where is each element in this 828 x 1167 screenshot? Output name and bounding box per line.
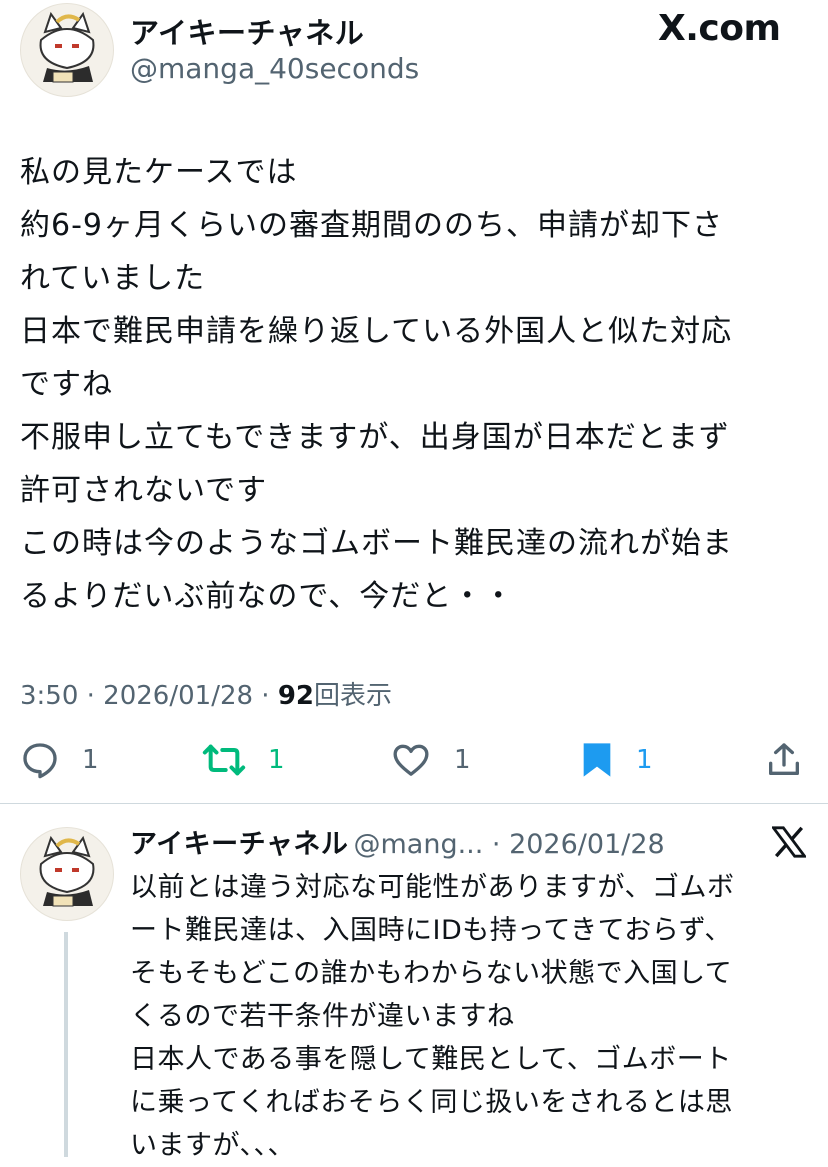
share-button[interactable]: [764, 740, 804, 784]
tweet-line: この時は今のようなゴムボート難民達の流れが始ま: [20, 526, 733, 561]
tweet-timestamp[interactable]: 3:50 · 2026/01/28 ·: [20, 681, 278, 711]
tweet-line: るよりだいぶ前なので、今だと・・: [20, 579, 515, 614]
tweet-line: 約6-9ヶ月くらいの審査期間ののち、申請が却下さ: [20, 208, 723, 243]
tweet-line: 不服申し立てもできますが、出身国が日本だとまず: [20, 420, 730, 455]
like-count: 1: [454, 745, 471, 775]
fox-mascot-avatar-icon: [39, 11, 95, 83]
tweet-text: 私の見たケースでは 約6-9ヶ月くらいの審査期間ののち、申請が却下さ れていまし…: [20, 146, 733, 623]
tweet-line: れていました: [20, 261, 206, 296]
x-logo-icon[interactable]: X.com: [658, 8, 781, 49]
x-icon: [770, 826, 808, 858]
author-handle[interactable]: @manga_40seconds: [130, 52, 419, 85]
tweet-line: 私の見たケースでは: [20, 155, 298, 190]
reply-line: 以前とは違う対応な可能性がありますが、ゴムボ: [130, 872, 735, 903]
reply-line: くるので若干条件が違いますね: [130, 1001, 515, 1032]
retweet-icon: [202, 744, 246, 776]
reply-x-logo-icon[interactable]: [770, 826, 808, 862]
author-avatar[interactable]: [20, 3, 114, 97]
like-button[interactable]: 1: [390, 740, 471, 780]
reply-line: に乗ってくればおそらく同じ扱いをされるとは思: [130, 1087, 733, 1118]
reply-line: ート難民達は、入国時にIDも持ってきておらず、: [130, 915, 732, 946]
bookmark-button[interactable]: 1: [580, 740, 653, 780]
reply-button[interactable]: 1: [20, 740, 99, 780]
reply-line: 日本人である事を隠して難民として、ゴムボート: [130, 1044, 732, 1075]
reply-icon: [23, 743, 57, 779]
tweet-line: 日本で難民申請を繰り返している外国人と似た対応: [20, 314, 733, 349]
reply-author-name[interactable]: アイキーチャネル: [130, 829, 348, 860]
divider: [0, 803, 828, 804]
reply-header: アイキーチャネル @mang... · 2026/01/28: [130, 822, 665, 861]
thread-line: [64, 932, 68, 1157]
reply-line: そもそもどこの誰かもわからない状態で入国して: [130, 958, 733, 989]
retweet-button[interactable]: 1: [202, 740, 285, 780]
reply-line: いますが、、、: [130, 1130, 295, 1161]
fox-mascot-avatar-icon: [39, 835, 95, 907]
tweet-meta: 3:50 · 2026/01/28 · 92回表示: [20, 675, 392, 712]
bookmark-icon: [583, 743, 611, 777]
heart-icon: [393, 744, 429, 776]
reply-handle-date[interactable]: @mang... · 2026/01/28: [353, 829, 664, 860]
reply-text: 以前とは違う対応な可能性がありますが、ゴムボ ート難民達は、入国時にIDも持って…: [130, 866, 734, 1167]
tweet-line: 許可されないです: [20, 473, 268, 508]
author-name[interactable]: アイキーチャネル: [130, 10, 364, 52]
view-count-label: 回表示: [314, 681, 393, 711]
reply-author-avatar[interactable]: [20, 827, 114, 921]
share-icon: [769, 743, 799, 775]
tweet-line: ですね: [20, 367, 113, 402]
reply-count: 1: [82, 745, 99, 775]
retweet-count: 1: [268, 745, 285, 775]
bookmark-count: 1: [636, 745, 653, 775]
view-count: 92: [277, 681, 315, 711]
